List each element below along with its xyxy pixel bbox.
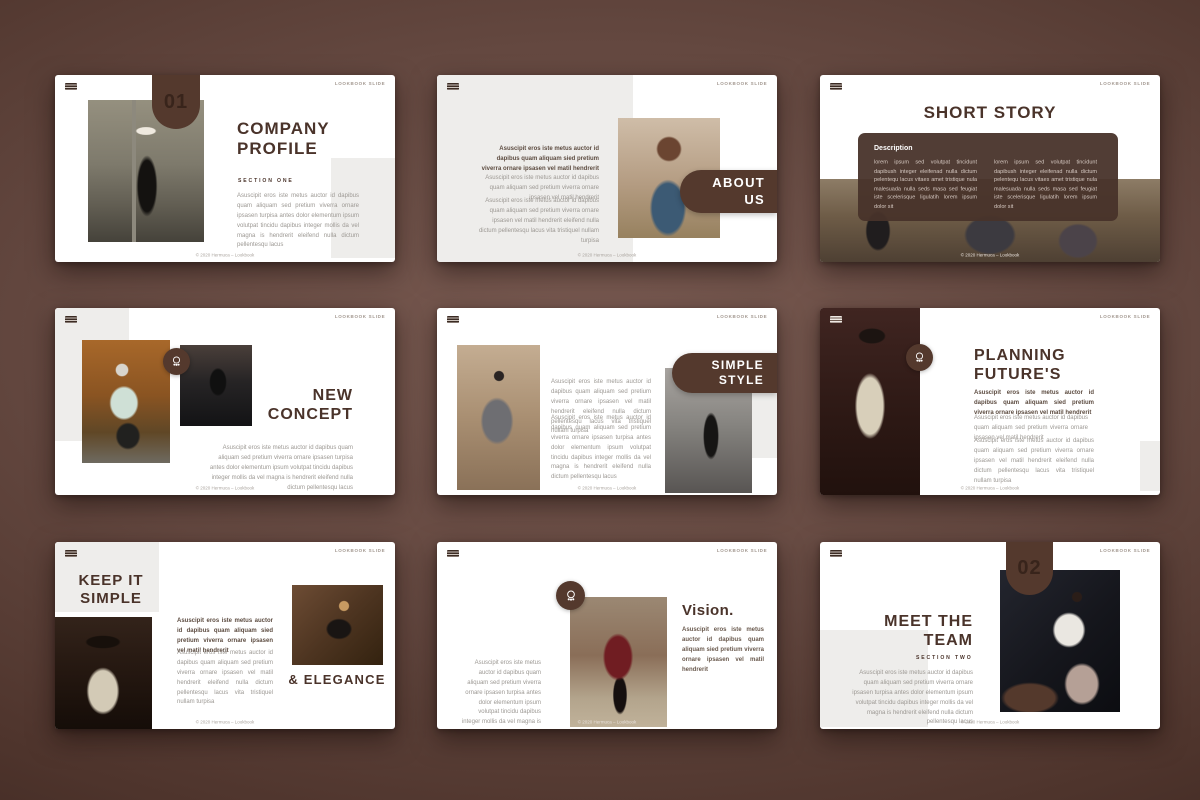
slide-title: KEEP IT SIMPLE	[63, 572, 159, 608]
footer-credit: © 2020 Hermuca – Lookbook	[98, 721, 353, 726]
intro-text: Asuscipit eros iste metus auctor id dapi…	[477, 145, 599, 175]
header-label: LOOKBOOK SLIDE	[717, 549, 767, 554]
card-heading: Description	[874, 145, 913, 152]
slide-new-concept[interactable]: LOOKBOOK SLIDE NEW CONCEPT Asuscipit ero…	[55, 308, 395, 495]
header-label: LOOKBOOK SLIDE	[717, 82, 767, 87]
slide-keep-it-simple[interactable]: LOOKBOOK SLIDE KEEP IT SIMPLE Asuscipit …	[55, 542, 395, 729]
hermuca-crest-icon	[913, 351, 926, 364]
body-text: Asuscipit eros iste metus auctor id dapi…	[177, 649, 273, 708]
slide-meet-the-team[interactable]: 02 LOOKBOOK SLIDE MEET THE TEAM SECTION …	[820, 542, 1160, 729]
header-label: LOOKBOOK SLIDE	[1100, 549, 1150, 554]
ribbon-label: ABOUT US	[680, 175, 765, 208]
section-number: 02	[1017, 557, 1041, 580]
brand-logo-icon	[830, 316, 842, 323]
brand-logo-icon	[65, 550, 77, 557]
body-text: Asuscipit eros iste metus auctor id dapi…	[850, 669, 973, 728]
gray-panel	[1140, 441, 1160, 491]
slide-title: Vision.	[682, 602, 734, 620]
hermuca-crest-icon	[564, 589, 578, 603]
slide-title: MEET THE TEAM	[860, 612, 973, 650]
photo-stairs-image	[292, 585, 383, 665]
header-label: LOOKBOOK SLIDE	[335, 549, 385, 554]
header-label: LOOKBOOK SLIDE	[1100, 315, 1150, 320]
photo-red-cloak-image	[570, 597, 667, 727]
slide-title: COMPANY PROFILE	[237, 119, 330, 160]
ribbon-label: SIMPLE STYLE	[672, 358, 764, 388]
photo-gray-coat-image	[457, 345, 540, 490]
body-text: Asuscipit eros iste metus auctor id dapi…	[461, 659, 541, 729]
body-text: Asuscipit eros iste metus auctor id dapi…	[237, 192, 359, 251]
body-text: Asuscipit eros iste metus auctor id dapi…	[477, 197, 599, 246]
header-label: LOOKBOOK SLIDE	[1100, 82, 1150, 87]
slide-planning-futures[interactable]: LOOKBOOK SLIDE PLANNING FUTURE'S Asuscip…	[820, 308, 1160, 495]
footer-credit: © 2020 Hermuca – Lookbook	[98, 487, 353, 492]
brand-logo-icon	[447, 83, 459, 90]
slide-simple-style[interactable]: SIMPLE STYLE LOOKBOOK SLIDE Asuscipit er…	[437, 308, 777, 495]
footer-credit: © 2020 Hermuca – Lookbook	[863, 254, 1118, 259]
slide-short-story[interactable]: LOOKBOOK SLIDE SHORT STORY Description l…	[820, 75, 1160, 262]
section-number-badge: 02	[1006, 542, 1053, 595]
card-column-text: lorem ipsum sed volutpat tincidunt dapib…	[874, 159, 977, 212]
intro-text: Asuscipit eros iste metus auctor id dapi…	[682, 626, 764, 675]
card-column-text: lorem ipsum sed volutpat tincidunt dapib…	[994, 159, 1097, 212]
slide-vision[interactable]: LOOKBOOK SLIDE Vision. Asuscipit eros is…	[437, 542, 777, 729]
brand-logo-icon	[447, 316, 459, 323]
brand-circle-badge	[556, 581, 585, 610]
footer-credit: © 2020 Hermuca – Lookbook	[863, 487, 1118, 492]
footer-credit: © 2020 Hermuca – Lookbook	[98, 254, 353, 259]
slide-about-us[interactable]: ABOUT US LOOKBOOK SLIDE Asuscipit eros i…	[437, 75, 777, 262]
footer-credit: © 2020 Hermuca – Lookbook	[480, 487, 735, 492]
brand-circle-badge	[163, 348, 190, 375]
about-us-ribbon: ABOUT US	[680, 170, 777, 213]
section-subtitle: SECTION TWO	[916, 655, 973, 660]
description-card: Description lorem ipsum sed volutpat tin…	[858, 133, 1118, 221]
header-label: LOOKBOOK SLIDE	[717, 315, 767, 320]
slide-title: PLANNING FUTURE'S	[974, 346, 1066, 384]
slide-title: SHORT STORY	[820, 103, 1160, 123]
header-label: LOOKBOOK SLIDE	[335, 82, 385, 87]
brand-circle-badge	[906, 344, 933, 371]
section-subtitle: SECTION ONE	[238, 178, 294, 183]
photo-black-hat-image	[55, 617, 152, 729]
body-text: Asuscipit eros iste metus auctor id dapi…	[974, 437, 1094, 486]
brand-logo-icon	[447, 550, 459, 557]
hermuca-crest-icon	[170, 355, 183, 368]
footer-credit: © 2020 Hermuca – Lookbook	[480, 721, 735, 726]
header-label: LOOKBOOK SLIDE	[335, 315, 385, 320]
footer-credit: © 2020 Hermuca – Lookbook	[480, 254, 735, 259]
slide-company-profile[interactable]: 01 LOOKBOOK SLIDE COMPANY PROFILE SECTIO…	[55, 75, 395, 262]
simple-style-ribbon: SIMPLE STYLE	[672, 353, 777, 393]
elegance-tagline: & ELEGANCE	[287, 672, 387, 687]
brand-logo-icon	[830, 550, 842, 557]
photo-plaid-suit-image	[820, 308, 920, 495]
photo-rollerskates-image	[82, 340, 170, 463]
brand-logo-icon	[65, 316, 77, 323]
slide-title: NEW CONCEPT	[235, 386, 353, 424]
section-number-badge: 01	[152, 75, 200, 129]
brand-logo-icon	[65, 83, 77, 90]
footer-credit: © 2020 Hermuca – Lookbook	[863, 721, 1118, 726]
body-text: Asuscipit eros iste metus auctor id dapi…	[551, 414, 651, 483]
section-number: 01	[164, 91, 188, 114]
brand-logo-icon	[830, 83, 842, 90]
